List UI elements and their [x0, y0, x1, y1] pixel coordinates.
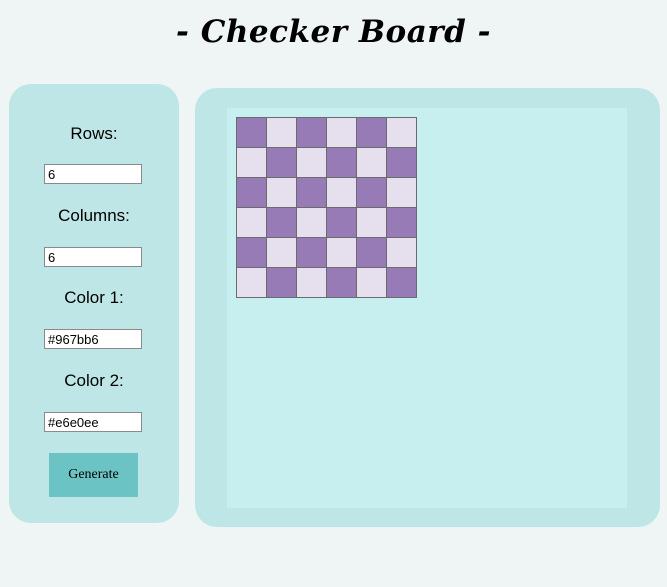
- board-cell: [387, 178, 417, 208]
- board-cell: [297, 238, 327, 268]
- board-cell: [387, 208, 417, 238]
- board-cell: [237, 148, 267, 178]
- board-cell: [387, 268, 417, 298]
- board-area: [227, 108, 627, 508]
- rows-label: Rows:: [70, 124, 118, 143]
- board-cell: [237, 238, 267, 268]
- page-title: - Checker Board -: [176, 14, 491, 50]
- board-cell: [327, 148, 357, 178]
- color1-input[interactable]: [44, 329, 142, 349]
- board-cell: [357, 178, 387, 208]
- generate-button[interactable]: Generate: [49, 453, 138, 497]
- board-cell: [327, 268, 357, 298]
- board-cell: [237, 208, 267, 238]
- board-cell: [297, 178, 327, 208]
- board-cell: [297, 118, 327, 148]
- board-cell: [237, 178, 267, 208]
- control-panel: Rows: Columns: Color 1: Color 2: Generat…: [9, 84, 179, 523]
- board-cell: [357, 238, 387, 268]
- board-cell: [267, 268, 297, 298]
- color2-label: Color 2:: [64, 371, 124, 390]
- checker-board: [236, 117, 417, 298]
- board-cell: [387, 238, 417, 268]
- board-cell: [237, 118, 267, 148]
- board-cell: [357, 268, 387, 298]
- board-cell: [357, 118, 387, 148]
- board-cell: [267, 118, 297, 148]
- rows-input[interactable]: [44, 164, 142, 184]
- board-cell: [357, 148, 387, 178]
- board-cell: [327, 238, 357, 268]
- board-cell: [297, 268, 327, 298]
- board-cell: [297, 208, 327, 238]
- board-cell: [357, 208, 387, 238]
- board-cell: [267, 148, 297, 178]
- color2-input[interactable]: [44, 412, 142, 432]
- board-cell: [297, 148, 327, 178]
- color1-label: Color 1:: [64, 288, 124, 307]
- board-panel: [195, 88, 660, 527]
- columns-input[interactable]: [44, 247, 142, 267]
- board-cell: [267, 208, 297, 238]
- board-cell: [327, 178, 357, 208]
- board-cell: [267, 178, 297, 208]
- board-cell: [387, 148, 417, 178]
- columns-label: Columns:: [58, 206, 130, 225]
- board-cell: [267, 238, 297, 268]
- board-cell: [327, 118, 357, 148]
- board-cell: [237, 268, 267, 298]
- board-cell: [387, 118, 417, 148]
- board-cell: [327, 208, 357, 238]
